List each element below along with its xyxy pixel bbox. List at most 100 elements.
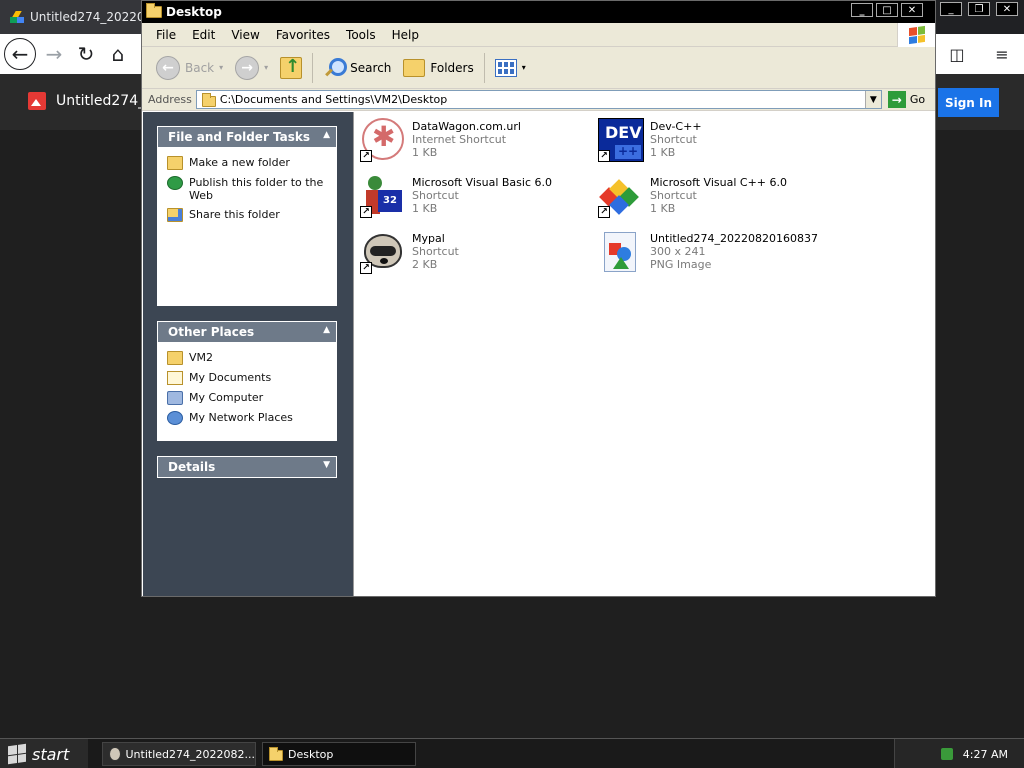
clock[interactable]: 4:27 AM [963, 748, 1008, 761]
outer-minimize-icon[interactable]: _ [940, 2, 962, 16]
file-folder-tasks-title: File and Folder Tasks [168, 130, 311, 144]
menu-favorites[interactable]: Favorites [268, 28, 338, 42]
taskbar-button-desktop[interactable]: Desktop [262, 742, 416, 766]
go-arrow-icon: → [887, 91, 906, 108]
menu-help[interactable]: Help [384, 28, 427, 42]
task-make-new-folder[interactable]: Make a new folder [167, 156, 327, 170]
folder-icon [167, 351, 183, 365]
place-my-computer[interactable]: My Computer [167, 391, 327, 405]
browser-back-icon[interactable]: ← [4, 38, 36, 70]
browser-tab[interactable]: Untitled274_2022082 [0, 0, 160, 34]
menu-view[interactable]: View [223, 28, 267, 42]
menu-tools[interactable]: Tools [338, 28, 384, 42]
network-tray-icon[interactable] [940, 748, 953, 760]
address-dropdown-icon[interactable]: ▼ [864, 91, 881, 108]
menu-file[interactable]: File [148, 28, 184, 42]
collapse-icon[interactable]: ▲ [323, 130, 330, 140]
file-name: DataWagon.com.url [412, 120, 521, 133]
start-label: start [32, 744, 70, 764]
file-name: Microsoft Visual Basic 6.0 [412, 176, 553, 189]
outer-close-icon[interactable]: ✕ [996, 2, 1018, 16]
network-places-icon [167, 411, 183, 425]
browser-forward-icon[interactable]: → [38, 38, 70, 70]
go-button[interactable]: → Go [887, 91, 926, 108]
devcpp-icon: DEV ++ ↗ [596, 116, 644, 164]
toolbar-separator [483, 52, 485, 83]
expand-icon[interactable]: ▼ [323, 460, 330, 470]
file-name: Dev-C++ [650, 120, 702, 133]
toolbar-separator [312, 52, 314, 83]
file-item-visual-basic[interactable]: 32 ↗ Microsoft Visual Basic 6.0 Shortcut… [358, 172, 552, 220]
title-bar[interactable]: Desktop _ □ ✕ [142, 1, 935, 23]
file-item-visual-cpp[interactable]: ↗ Microsoft Visual C++ 6.0 Shortcut 1 KB [596, 172, 787, 220]
task-publish-web[interactable]: Publish this folder to the Web [167, 176, 327, 202]
menu-icon[interactable]: ≡ [995, 45, 1008, 64]
sign-in-button[interactable]: Sign In [938, 88, 999, 117]
other-places-title: Other Places [168, 325, 255, 339]
file-item-mypal[interactable]: ↗ Mypal Shortcut 2 KB [358, 228, 459, 276]
file-item-datawagon[interactable]: ↗ DataWagon.com.url Internet Shortcut 1 … [358, 116, 521, 164]
new-folder-icon [167, 156, 183, 170]
file-name: Microsoft Visual C++ 6.0 [650, 176, 787, 189]
place-vm2[interactable]: VM2 [167, 351, 327, 365]
forward-arrow-icon: → [235, 55, 260, 80]
up-button[interactable] [274, 52, 308, 84]
file-folder-tasks-header[interactable]: File and Folder Tasks ▲ [157, 126, 337, 148]
file-type: Shortcut [650, 133, 697, 146]
task-label: Publish this folder to the Web [189, 176, 324, 202]
forward-dropdown-icon[interactable]: ▾ [264, 63, 268, 72]
go-label: Go [909, 93, 926, 106]
task-share-folder[interactable]: Share this folder [167, 208, 327, 222]
mypal-icon: ↗ [358, 228, 406, 276]
taskbar-button-browser[interactable]: Untitled274_2022082... [102, 742, 256, 766]
png-image-icon [596, 228, 644, 276]
visual-cpp-icon: ↗ [596, 172, 644, 220]
close-icon[interactable]: ✕ [901, 3, 923, 17]
browser-home-icon[interactable]: ⌂ [102, 38, 134, 70]
menu-edit[interactable]: Edit [184, 28, 223, 42]
back-button[interactable]: ← Back ▾ [150, 52, 229, 84]
my-computer-icon [167, 391, 183, 405]
address-input[interactable]: C:\Documents and Settings\VM2\Desktop ▼ [195, 90, 882, 109]
task-pane: File and Folder Tasks ▲ Make a new folde… [143, 112, 353, 596]
other-places-header[interactable]: Other Places ▲ [157, 321, 337, 343]
folder-icon [146, 3, 162, 18]
file-size: 1 KB [412, 202, 438, 215]
details-panel: Details ▼ [157, 456, 337, 478]
file-dimensions: 300 x 241 [650, 245, 706, 258]
search-button[interactable]: Search [317, 52, 397, 84]
minimize-icon[interactable]: _ [851, 3, 873, 17]
taskbar-button-label: Desktop [288, 747, 334, 761]
maximize-icon[interactable]: □ [876, 3, 898, 17]
file-type: Shortcut [412, 245, 459, 258]
views-button[interactable]: ▾ [489, 52, 532, 84]
collapse-icon[interactable]: ▲ [323, 325, 330, 335]
place-my-documents[interactable]: My Documents [167, 371, 327, 385]
mypal-icon [109, 747, 121, 761]
taskbar-button-label: Untitled274_2022082... [125, 747, 256, 761]
other-places-panel: Other Places ▲ VM2 My Documents My Compu… [157, 321, 337, 441]
folders-icon [403, 58, 426, 77]
file-item-devcpp[interactable]: DEV ++ ↗ Dev-C++ Shortcut 1 KB [596, 116, 702, 164]
menu-bar: File Edit View Favorites Tools Help [142, 23, 935, 47]
start-button[interactable]: start [0, 739, 88, 768]
reading-mode-icon[interactable]: ◫ [949, 45, 964, 64]
address-label: Address [148, 93, 192, 106]
file-size: 1 KB [650, 202, 676, 215]
folders-button[interactable]: Folders [397, 52, 479, 84]
place-label: My Computer [189, 391, 264, 404]
file-type: PNG Image [650, 258, 712, 271]
back-dropdown-icon[interactable]: ▾ [219, 63, 223, 72]
forward-button[interactable]: → ▾ [229, 52, 274, 84]
window-controls: _ □ ✕ [851, 3, 923, 17]
browser-reload-icon[interactable]: ↻ [70, 38, 102, 70]
views-icon [494, 58, 517, 77]
place-network[interactable]: My Network Places [167, 411, 327, 425]
image-viewer-title: Untitled274_2 [28, 92, 154, 110]
outer-window-controls: _ ❐ ✕ [940, 2, 1018, 16]
outer-restore-icon[interactable]: ❐ [968, 2, 990, 16]
folder-icon [269, 746, 283, 761]
details-header[interactable]: Details ▼ [157, 456, 337, 478]
file-size: 1 KB [412, 146, 438, 159]
file-item-png[interactable]: Untitled274_20220820160837 300 x 241 PNG… [596, 228, 818, 276]
